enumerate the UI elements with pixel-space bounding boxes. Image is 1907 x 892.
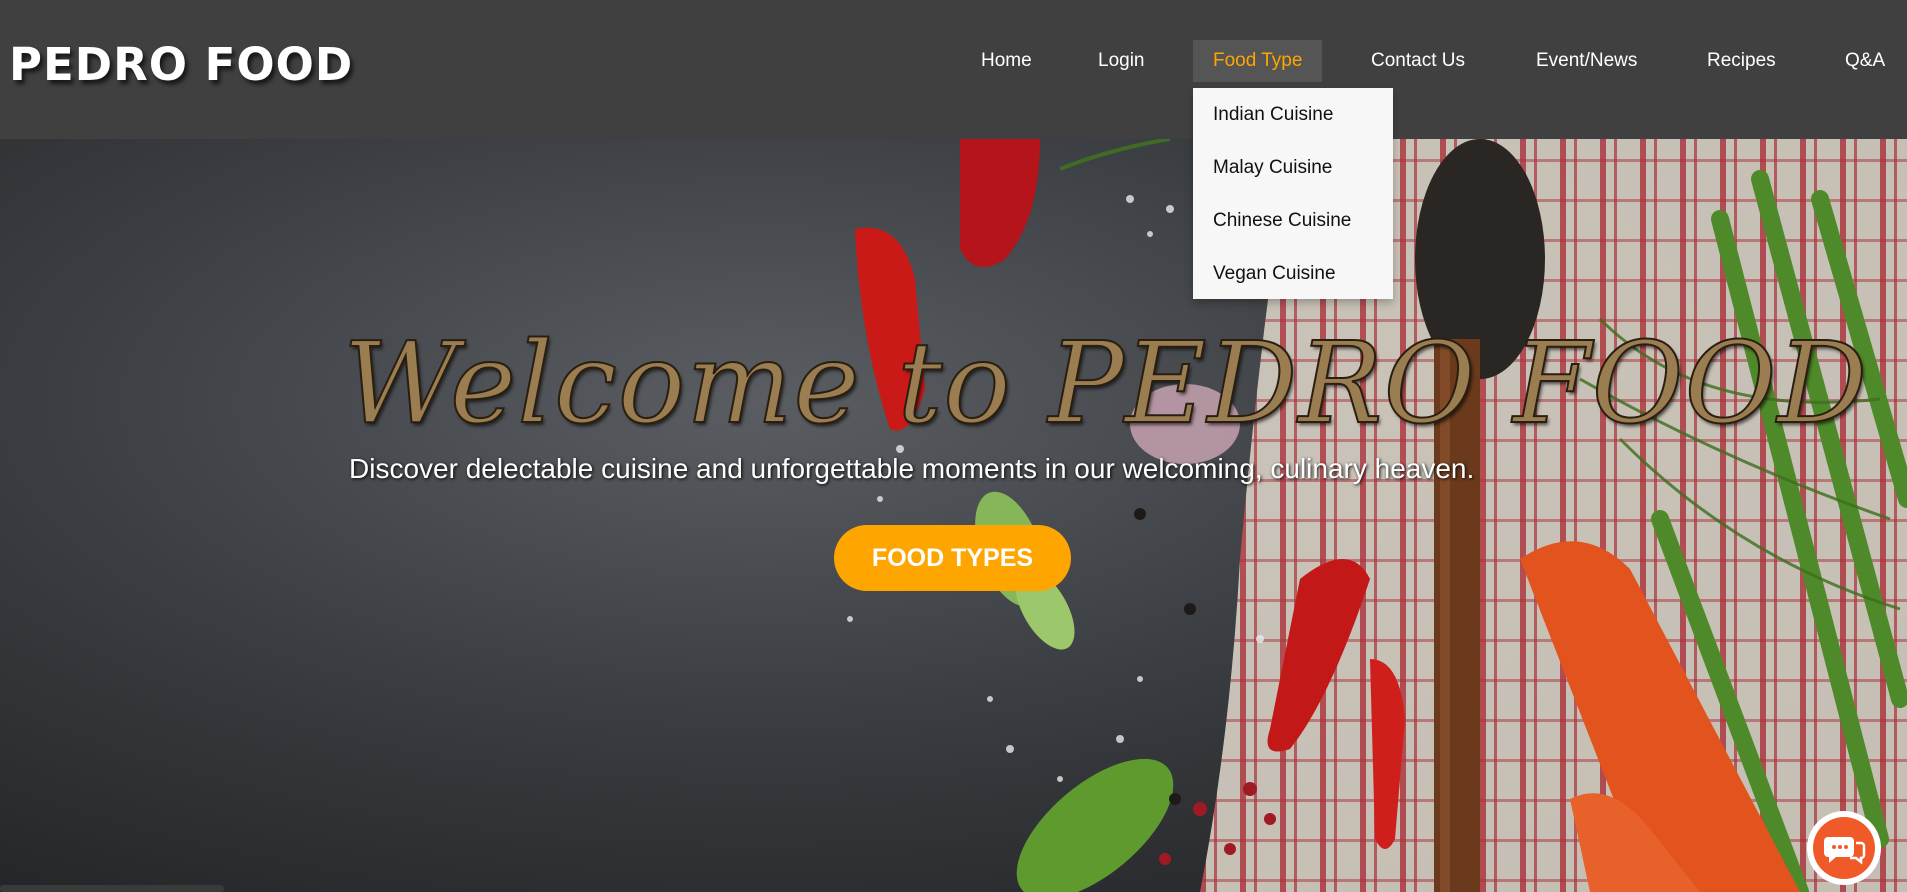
food-type-dropdown: Indian Cuisine Malay Cuisine Chinese Cui… <box>1193 88 1393 299</box>
chat-widget-button[interactable] <box>1807 811 1881 885</box>
nav-qa[interactable]: Q&A <box>1845 40 1885 82</box>
hero-background-image <box>847 139 1907 892</box>
nav-event-news[interactable]: Event/News <box>1536 40 1637 82</box>
food-types-button[interactable]: FOOD TYPES <box>834 525 1071 591</box>
dropdown-item-vegan[interactable]: Vegan Cuisine <box>1193 247 1393 300</box>
site-logo[interactable]: PEDRO FOOD <box>9 38 353 91</box>
nav-login[interactable]: Login <box>1098 40 1145 82</box>
hero-banner: Welcome to PEDRO FOOD Discover delectabl… <box>0 139 1907 892</box>
nav-home[interactable]: Home <box>981 40 1032 82</box>
horizontal-scrollbar[interactable] <box>0 885 224 892</box>
nav-food-type[interactable]: Food Type <box>1193 40 1323 82</box>
dropdown-item-malay[interactable]: Malay Cuisine <box>1193 141 1393 194</box>
dropdown-item-chinese[interactable]: Chinese Cuisine <box>1193 194 1393 247</box>
hero-title: Welcome to PEDRO FOOD <box>342 318 1869 450</box>
chat-bubbles-icon <box>1813 817 1875 879</box>
nav-recipes[interactable]: Recipes <box>1707 40 1776 82</box>
site-header: PEDRO FOOD Home Login Food Type Contact … <box>0 0 1907 139</box>
dropdown-item-indian[interactable]: Indian Cuisine <box>1193 88 1393 141</box>
hero-subtitle: Discover delectable cuisine and unforget… <box>349 453 1475 484</box>
nav-contact-us[interactable]: Contact Us <box>1371 40 1465 82</box>
